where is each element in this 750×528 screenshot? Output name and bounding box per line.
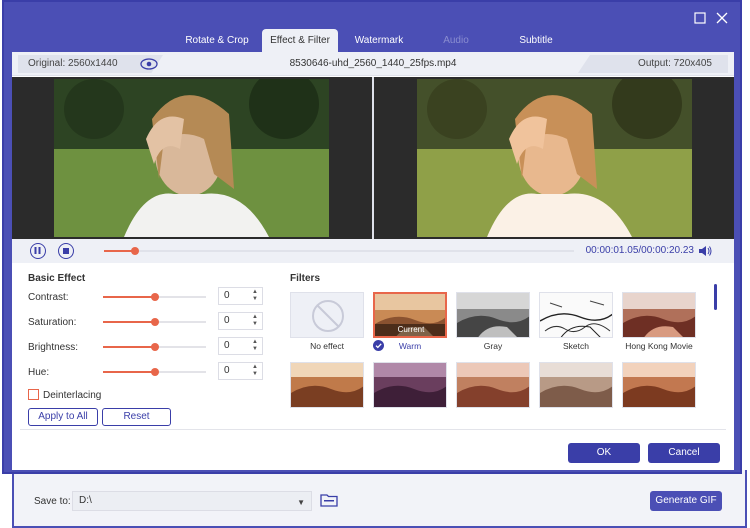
saturation-label: Saturation: [28, 317, 77, 328]
output-size-text: Output: 720x405 [638, 58, 712, 69]
hue-label: Hue: [28, 367, 50, 378]
original-video-frame [54, 79, 329, 237]
preview-area [12, 77, 734, 239]
save-path-value: D:\ [79, 495, 92, 506]
filters-scrollbar[interactable] [714, 284, 717, 310]
preview-divider [372, 77, 374, 239]
current-badge: Current [375, 324, 445, 336]
contrast-label: Contrast: [28, 292, 69, 303]
tab-effect-filter[interactable]: Effect & Filter [262, 29, 338, 52]
filter-thumb-hong-kong-movie[interactable] [622, 292, 696, 338]
saturation-value: 0 [224, 315, 230, 326]
brightness-slider[interactable] [103, 343, 206, 351]
filter-thumb[interactable] [622, 362, 696, 408]
contrast-value: 0 [224, 290, 230, 301]
filter-thumb[interactable] [373, 362, 447, 408]
save-path-field[interactable]: D:\ ▼ [72, 491, 312, 511]
ok-button[interactable]: OK [568, 443, 640, 463]
dialog-tabbar: Rotate & Crop Effect & Filter Watermark … [4, 2, 740, 52]
effect-panel: Original: 2560x1440 8530646-uhd_2560_144… [12, 52, 734, 470]
filter-preview [291, 363, 363, 407]
filter-thumb-sketch[interactable] [539, 292, 613, 338]
filter-preview [374, 363, 446, 407]
stepper-arrows-icon[interactable]: ▲ ▼ [251, 364, 259, 378]
saturation-slider-fill [103, 321, 155, 323]
pause-button[interactable] [30, 243, 46, 259]
tab-audio: Audio [443, 35, 469, 46]
filter-preview [457, 363, 529, 407]
hue-stepper[interactable]: 0 ▲ ▼ [218, 362, 263, 380]
filter-label-gray: Gray [483, 341, 503, 351]
maximize-icon[interactable] [694, 12, 706, 24]
filter-label-no-effect: No effect [310, 341, 344, 351]
hue-value: 0 [224, 365, 230, 376]
stop-icon [62, 247, 69, 254]
saturation-stepper[interactable]: 0 ▲ ▼ [218, 312, 263, 330]
time-display: 00:00:01.05/00:00:20.23 [585, 245, 694, 256]
hue-slider-handle[interactable] [150, 368, 159, 376]
brightness-slider-handle[interactable] [150, 343, 159, 351]
player-controls: 00:00:01.05/00:00:20.23 [12, 239, 734, 263]
tab-rotate-crop[interactable]: Rotate & Crop [172, 29, 262, 52]
contrast-slider[interactable] [103, 293, 206, 301]
filter-thumb[interactable] [539, 362, 613, 408]
filter-preview [623, 363, 695, 407]
video-image-warm [417, 79, 692, 237]
filter-thumb[interactable] [456, 362, 530, 408]
hue-slider-fill [103, 371, 155, 373]
stepper-arrows-icon[interactable]: ▲ ▼ [251, 339, 259, 353]
filter-thumb-gray[interactable] [456, 292, 530, 338]
filter-thumb-no-effect[interactable] [290, 292, 364, 338]
filter-label-warm: Warm [398, 341, 422, 351]
brightness-value: 0 [224, 340, 230, 351]
close-icon[interactable] [716, 12, 728, 24]
seek-bar[interactable] [104, 247, 574, 255]
info-bar: Original: 2560x1440 8530646-uhd_2560_144… [12, 52, 734, 76]
cancel-button[interactable]: Cancel [648, 443, 720, 463]
filters-title: Filters [290, 273, 321, 284]
output-video-frame [417, 79, 692, 237]
contrast-stepper[interactable]: 0 ▲ ▼ [218, 287, 263, 305]
filter-label-hong-kong-movie: Hong Kong Movie [625, 341, 693, 351]
seek-handle[interactable] [130, 247, 139, 255]
sketch-filter-preview [540, 293, 612, 337]
hk-filter-preview [623, 293, 695, 337]
saturation-slider[interactable] [103, 318, 206, 326]
basic-effect-title: Basic Effect [28, 273, 86, 284]
stop-button[interactable] [58, 243, 74, 259]
tab-watermark[interactable]: Watermark [344, 29, 414, 52]
no-effect-icon [312, 300, 344, 332]
deinterlacing-checkbox[interactable] [28, 389, 39, 400]
output-size-label: Output: 720x405 [578, 55, 728, 73]
apply-to-all-button[interactable]: Apply to All [28, 408, 98, 426]
brightness-label: Brightness: [28, 342, 79, 353]
video-image [54, 79, 329, 237]
gray-filter-preview [457, 293, 529, 337]
contrast-slider-fill [103, 296, 155, 298]
generate-gif-button[interactable]: Generate GIF [650, 491, 722, 511]
filter-preview [540, 363, 612, 407]
filter-label-sketch: Sketch [563, 341, 589, 351]
reset-button[interactable]: Reset [102, 408, 171, 426]
brightness-slider-fill [103, 346, 155, 348]
folder-icon[interactable] [320, 492, 338, 507]
chevron-down-icon[interactable]: ▼ [297, 494, 305, 512]
stepper-arrows-icon[interactable]: ▲ ▼ [251, 314, 259, 328]
brightness-stepper[interactable]: 0 ▲ ▼ [218, 337, 263, 355]
saturation-slider-handle[interactable] [150, 318, 159, 326]
hue-slider[interactable] [103, 368, 206, 376]
pause-icon [34, 247, 41, 254]
effect-dialog: Rotate & Crop Effect & Filter Watermark … [2, 0, 742, 474]
deinterlacing-label: Deinterlacing [43, 390, 102, 401]
tab-subtitle[interactable]: Subtitle [504, 29, 568, 52]
filter-thumb-warm[interactable]: Current [373, 292, 447, 338]
volume-icon[interactable] [698, 245, 712, 257]
app-frame: Rotate & Crop Effect & Filter Watermark … [0, 0, 750, 528]
contrast-slider-handle[interactable] [150, 293, 159, 301]
stepper-arrows-icon[interactable]: ▲ ▼ [251, 289, 259, 303]
filter-thumb[interactable] [290, 362, 364, 408]
save-to-label: Save to: [34, 496, 71, 507]
footer-divider [20, 429, 726, 430]
seek-progress [104, 250, 135, 252]
